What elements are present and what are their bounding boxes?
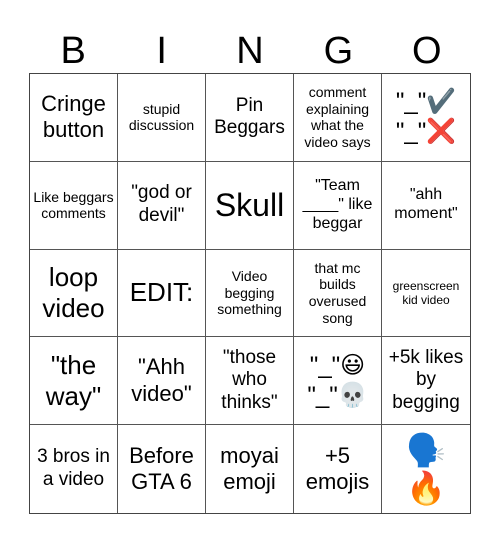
header-letter-o: O <box>412 30 442 72</box>
bingo-cell-g5[interactable]: +5 emojis <box>294 425 382 513</box>
speaking-head-icon: 🗣️ <box>406 431 446 468</box>
cell-text: greenscreen kid video <box>392 278 460 307</box>
bingo-cell-g1[interactable]: comment explaining what the video says <box>294 74 382 162</box>
cell-text: "god or devil" <box>131 182 192 227</box>
bingo-cell-g3[interactable]: that mc builds overused song <box>294 249 382 338</box>
bingo-cell-n2[interactable]: Skull <box>206 161 294 250</box>
bingo-cell-n4[interactable]: "those who thinks" <box>206 337 294 426</box>
bingo-cell-i2[interactable]: "god or devil" <box>118 161 206 250</box>
skull-icon: "_"💀 <box>307 381 368 409</box>
bingo-cell-i4[interactable]: "Ahh video" <box>118 337 206 426</box>
cell-text: Pin Beggars <box>214 94 285 139</box>
cell-text: "those who thinks" <box>221 346 278 414</box>
cell-text: 3 bros in a video <box>37 446 110 491</box>
cell-text: Skull <box>214 187 285 223</box>
cell-text: "Ahh video" <box>131 354 192 406</box>
cell-text: stupid discussion <box>128 100 195 134</box>
bingo-header: B I N G O <box>29 30 471 72</box>
cell-text: "ahh moment" <box>394 186 458 223</box>
cell-text: that mc builds overused song <box>308 259 367 326</box>
header-letter-n: N <box>236 30 264 72</box>
cell-text: comment explaining what the video says <box>304 84 371 150</box>
cell-text: moyai emoji <box>220 442 279 495</box>
header-letter-g: G <box>323 30 354 72</box>
fire-icon: 🔥 <box>406 470 446 507</box>
cell-text: +5 emojis <box>305 442 370 495</box>
bingo-card-grid: Cringe button stupid discussion Pin Begg… <box>29 73 471 514</box>
bingo-cell-o3[interactable]: greenscreen kid video <box>382 250 470 338</box>
bingo-cell-g2[interactable]: "Team ____" like beggar <box>294 161 382 250</box>
bingo-cell-n1[interactable]: Pin Beggars <box>206 74 294 162</box>
cell-text: Before GTA 6 <box>129 442 194 495</box>
cell-text: EDIT: <box>129 277 194 308</box>
bingo-cell-o1[interactable]: "_"✔️ "_"❌ <box>382 74 470 162</box>
bingo-cell-b5[interactable]: 3 bros in a video <box>30 425 118 513</box>
bingo-cell-n3[interactable]: Video begging something <box>206 249 294 338</box>
header-letter-i: I <box>156 30 167 72</box>
bingo-cell-i5[interactable]: Before GTA 6 <box>118 425 206 513</box>
bingo-cell-g4[interactable]: "_"😃 "_"💀 <box>294 337 382 426</box>
bingo-cell-i3[interactable]: EDIT: <box>118 249 206 338</box>
header-letter-b: B <box>60 30 86 72</box>
cell-text: +5k likes by begging <box>388 346 464 414</box>
bingo-cell-b3[interactable]: loop video <box>30 249 118 338</box>
bingo-cell-n5[interactable]: moyai emoji <box>206 425 294 513</box>
cross-mark-icon: "_"❌ <box>395 118 457 146</box>
bingo-cell-i1[interactable]: stupid discussion <box>118 74 206 162</box>
cell-text: Cringe button <box>41 91 106 143</box>
bingo-cell-b2[interactable]: Like beggars comments <box>30 161 118 250</box>
bingo-cell-o5[interactable]: 🗣️ 🔥 <box>382 425 470 513</box>
bingo-cell-o4[interactable]: +5k likes by begging <box>382 337 470 426</box>
cell-text: Video begging something <box>217 268 282 318</box>
check-mark-icon: "_"✔️ <box>395 88 457 116</box>
bingo-cell-o2[interactable]: "ahh moment" <box>382 162 470 250</box>
cell-text: "the way" <box>45 349 102 411</box>
bingo-cell-b1[interactable]: Cringe button <box>30 74 118 162</box>
bingo-cell-b4[interactable]: "the way" <box>30 337 118 426</box>
cell-text: Like beggars comments <box>33 188 114 222</box>
grinning-face-icon: "_"😃 <box>309 351 366 379</box>
cell-text: loop video <box>42 261 105 323</box>
cell-text: "Team ____" like beggar <box>302 176 373 232</box>
